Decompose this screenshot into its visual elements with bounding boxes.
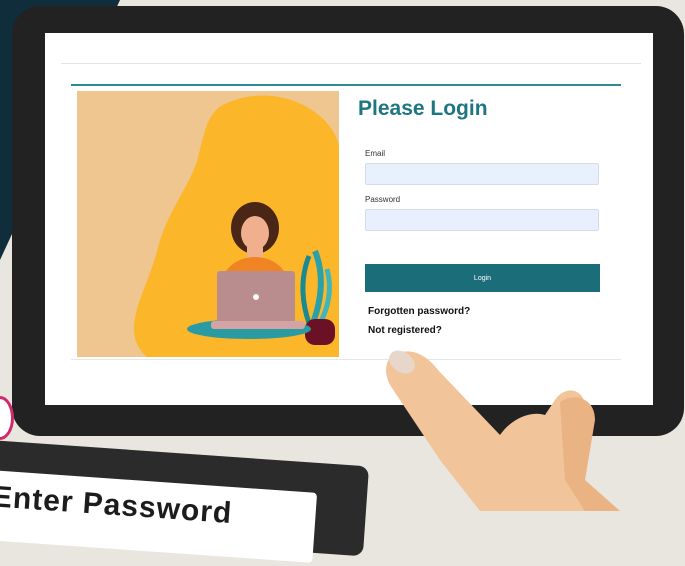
caption-card: Enter Password [0, 469, 318, 563]
caption-text: Enter Password [0, 480, 234, 531]
login-form: Please Login Email Password Login Forgot… [358, 91, 628, 357]
header-divider [61, 63, 641, 64]
email-field[interactable] [365, 163, 599, 185]
register-link[interactable]: Not registered? [368, 325, 442, 336]
password-label: Password [365, 195, 401, 204]
page-title: Please Login [358, 97, 488, 120]
forgot-password-link[interactable]: Forgotten password? [368, 306, 470, 317]
password-field[interactable] [365, 209, 599, 231]
pointing-hand-icon [386, 350, 620, 511]
login-illustration [77, 91, 339, 357]
accent-divider [71, 84, 621, 86]
login-button[interactable]: Login [365, 264, 600, 292]
email-label: Email [365, 149, 386, 158]
